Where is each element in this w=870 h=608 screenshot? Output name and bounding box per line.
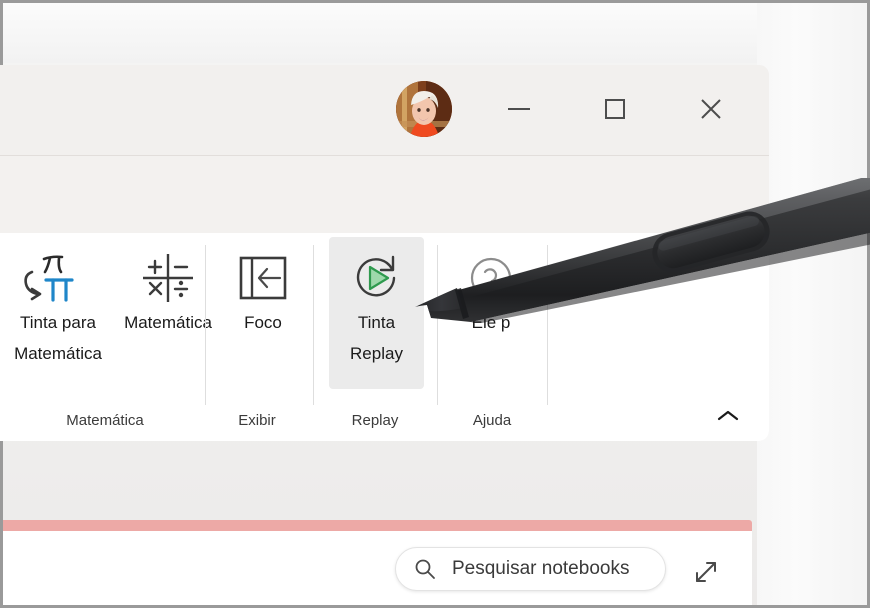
section-color-band	[3, 520, 752, 531]
ribbon-button-focus[interactable]: Foco	[221, 237, 305, 357]
user-avatar[interactable]	[396, 81, 452, 137]
ribbon: Tinta para Matemática Matemática Foco Ti…	[0, 233, 769, 441]
expand-diagonal-icon	[696, 562, 716, 582]
ribbon-button-label: Ele p	[471, 313, 511, 332]
search-icon	[414, 558, 436, 580]
minimize-icon	[508, 108, 530, 110]
desk-surface-top	[3, 3, 867, 63]
ribbon-group-label-replay: Replay	[351, 412, 399, 429]
help-icon	[449, 249, 533, 307]
ribbon-group-container: Tinta para Matemática Matemática Foco Ti…	[0, 233, 769, 405]
notebook-pane: Pesquisar notebooks	[3, 531, 752, 605]
ribbon-button-math[interactable]: Matemática	[111, 237, 225, 357]
app-window: Tinta para Matemática Matemática Foco Ti…	[0, 65, 769, 441]
title-bar	[0, 65, 769, 156]
expand-button[interactable]	[691, 557, 721, 587]
search-placeholder: Pesquisar notebooks	[452, 558, 630, 579]
ribbon-button-label: Tinta	[357, 313, 396, 332]
ribbon-tab-strip[interactable]	[0, 157, 769, 233]
group-separator	[547, 245, 548, 405]
focus-collapse-icon	[221, 249, 305, 307]
ribbon-button-label-2: Matemática	[14, 344, 102, 363]
ribbon-button-help[interactable]: Ele p	[449, 237, 533, 357]
ribbon-button-ink-to-math[interactable]: Tinta para Matemática	[5, 237, 111, 389]
ribbon-group-label-ajuda: Ajuda	[472, 412, 512, 429]
ribbon-button-label-2: Replay	[350, 344, 403, 363]
ribbon-button-ink-replay[interactable]: Tinta Replay	[329, 237, 424, 389]
screenshot-root: Tinta para Matemática Matemática Foco Ti…	[0, 0, 870, 608]
maximize-icon	[605, 99, 625, 119]
ribbon-button-label: Matemática	[124, 313, 212, 332]
close-icon	[701, 99, 721, 119]
ink-replay-icon	[329, 249, 424, 307]
ribbon-collapse-button[interactable]	[715, 405, 741, 427]
maximize-button[interactable]	[585, 79, 645, 139]
desk-surface-right	[757, 3, 867, 605]
ribbon-group-label-matematica: Matemática	[66, 412, 144, 429]
ribbon-button-label: Foco	[244, 313, 282, 332]
ribbon-button-label: Tinta para	[20, 313, 96, 332]
ink-to-math-icon	[5, 249, 111, 307]
math-operators-icon	[111, 249, 225, 307]
minimize-button[interactable]	[489, 79, 549, 139]
search-input[interactable]: Pesquisar notebooks	[395, 547, 666, 591]
ribbon-group-label-exibir: Exibir	[238, 412, 276, 429]
group-separator	[437, 245, 438, 405]
group-separator	[313, 245, 314, 405]
close-button[interactable]	[681, 79, 741, 139]
group-separator	[205, 245, 206, 405]
chevron-up-icon	[717, 410, 739, 421]
